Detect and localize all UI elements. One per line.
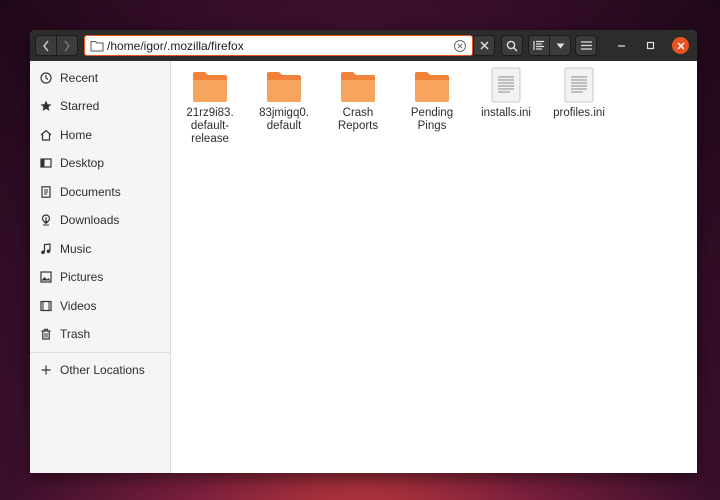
sidebar-item-trash[interactable]: Trash [30,321,170,347]
file-name: Crash Reports [337,107,379,132]
chevron-left-icon [43,40,49,51]
header-bar [30,30,697,62]
hamburger-icon [580,41,592,50]
file-view: 21rz9i83. default- release 83jmigq0. def… [171,61,697,473]
menu-button[interactable] [575,35,597,56]
file-name: profiles.ini [553,107,605,119]
home-icon [40,129,52,141]
sidebar-item-videos[interactable]: Videos [30,293,170,319]
file-item[interactable]: 21rz9i83. default- release [173,67,247,146]
sidebar-item-label: Other Locations [60,363,145,377]
desktop-icon [40,157,52,169]
file-name: 21rz9i83. default- release [186,107,234,145]
sidebar-item-label: Documents [60,185,121,199]
folder-icon [266,67,302,103]
sidebar-item-other-locations[interactable]: Other Locations [30,357,170,383]
folder-icon [192,67,228,103]
search-button[interactable] [501,35,523,56]
file-item[interactable]: 83jmigq0. default [247,67,321,133]
sidebar-item-label: Videos [60,299,97,313]
forward-button[interactable] [56,35,78,56]
sidebar-item-label: Recent [60,71,99,85]
file-name: Pending Pings [410,107,454,132]
close-window-button[interactable] [672,37,689,54]
sidebar-item-downloads[interactable]: Downloads [30,207,170,233]
minimize-icon [618,45,625,47]
sidebar-item-music[interactable]: Music [30,236,170,262]
folder-icon [414,67,450,103]
sidebar-item-label: Trash [60,327,91,341]
download-icon [40,214,52,226]
document-icon [40,186,52,198]
video-icon [40,300,52,312]
star-icon [40,100,52,112]
back-button[interactable] [35,35,57,56]
location-input[interactable] [107,38,447,54]
clear-icon[interactable] [453,39,467,53]
maximize-icon [646,41,655,50]
sidebar-item-label: Pictures [60,270,104,284]
close-icon [479,41,489,50]
plus-icon [40,364,52,376]
sidebar-item-label: Desktop [60,156,105,170]
file-item[interactable]: profiles.ini [542,67,616,120]
picture-icon [40,271,52,283]
sidebar-item-home[interactable]: Home [30,122,170,148]
sidebar-item-documents[interactable]: Documents [30,179,170,205]
sidebar-item-label: Downloads [60,213,120,227]
sidebar-item-label: Home [60,128,93,142]
sidebar-item-label: Starred [60,99,100,113]
file-name: installs.ini [481,107,531,119]
sidebar: Recent Starred Home Desktop Documents Do… [30,61,171,473]
folder-icon [340,67,376,103]
file-item[interactable]: installs.ini [469,67,543,120]
maximize-button[interactable] [642,37,659,54]
sidebar-item-pictures[interactable]: Pictures [30,264,170,290]
view-options-button[interactable] [549,35,571,56]
file-name: 83jmigq0. default [259,107,309,132]
music-icon [40,243,52,255]
trash-icon [40,328,52,340]
clock-icon [40,72,52,84]
caret-down-icon [556,43,564,48]
file-item[interactable]: Pending Pings [395,67,469,133]
sidebar-item-label: Music [60,242,92,256]
file-manager-window: Recent Starred Home Desktop Documents Do… [30,30,697,473]
chevron-right-icon [64,40,70,51]
file-item[interactable]: Crash Reports [321,67,395,133]
minimize-button[interactable] [613,37,630,54]
sidebar-item-recent[interactable]: Recent [30,65,170,91]
close-location-button[interactable] [473,35,495,56]
text-file-icon [488,67,524,103]
text-file-icon [561,67,597,103]
list-view-icon [533,40,544,50]
search-icon [506,40,518,52]
folder-icon [90,41,104,52]
close-icon [677,42,684,49]
location-bar[interactable] [84,35,473,56]
view-toggle-button[interactable] [528,35,550,56]
sidebar-item-starred[interactable]: Starred [30,93,170,119]
sidebar-item-desktop[interactable]: Desktop [30,150,170,176]
sidebar-divider [30,352,170,353]
